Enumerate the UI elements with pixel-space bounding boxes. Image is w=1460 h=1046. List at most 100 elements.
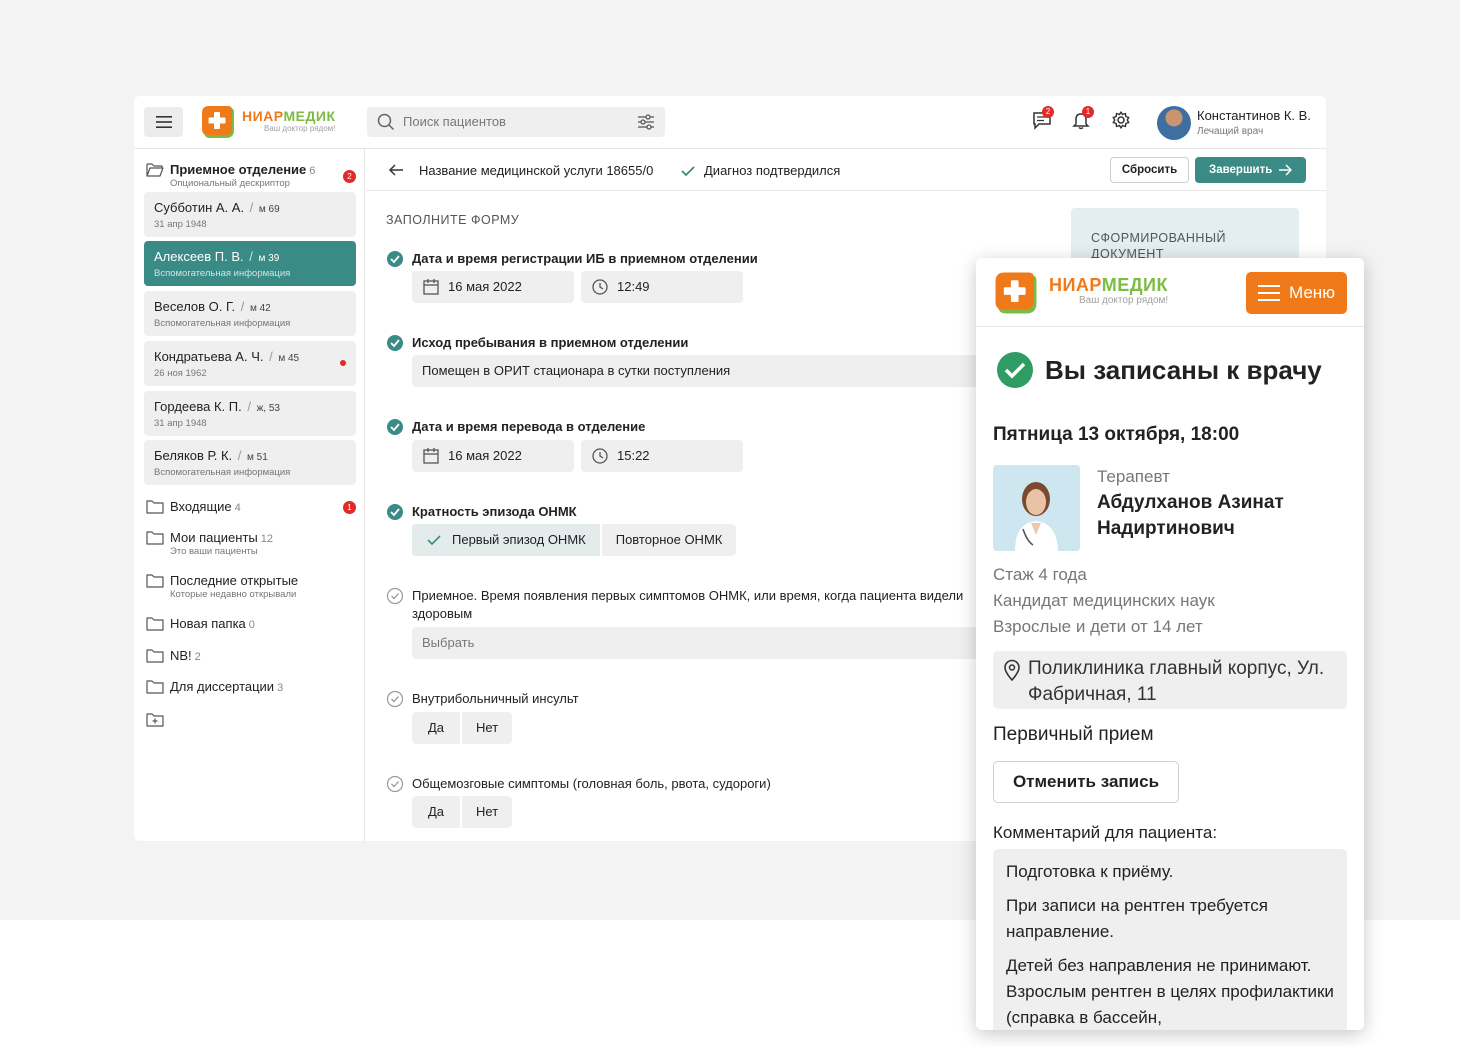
patient-comment: Подготовка к приёму. При записи на рентг… [993,849,1347,1030]
reception-badge: 2 [343,170,356,183]
patient-card[interactable]: Веселов О. Г. / м 42 Вспомогательная инф… [144,291,356,336]
question-label: Приемное. Время появления первых симптом… [412,588,964,621]
option-first-episode[interactable]: Первый эпизод ОНМК [412,524,600,556]
time-field[interactable]: 15:22 [581,440,743,472]
add-folder-icon [146,713,164,727]
doctor-specialty: Терапевт [1097,467,1170,486]
patient-info: 31 апр 1948 [154,418,207,429]
address-text: Поликлиника главный корпус, Ул. Фабрична… [1028,658,1325,705]
question-transfer-datetime: Дата и время перевода в отделение [386,418,645,436]
hamburger-icon [1258,285,1280,301]
cancel-appointment-button[interactable]: Отменить запись [993,761,1179,803]
logo-cross-icon [995,272,1037,314]
back-arrow-icon[interactable] [388,162,404,178]
folder-count: 3 [277,682,284,694]
folder-reception[interactable]: Приемное отделение 6 Опциональный дескрип… [146,162,315,189]
yes-option[interactable]: Да [412,712,460,744]
option-label: Повторное ОНМК [615,532,723,547]
location-pin-icon [1004,659,1020,681]
folder-incoming[interactable]: Входящие 4 [146,499,241,514]
patient-name: Веселов О. Г. [154,299,236,314]
patient-meta: ж, 53 [256,403,280,414]
doctor-avatar-icon [993,465,1080,551]
finish-label: Завершить [1209,164,1273,176]
search-input[interactable]: Поиск пациентов [367,107,665,137]
patient-name: Субботин А. А. [154,200,245,215]
folder-dissertation[interactable]: Для диссертации 3 [146,679,283,694]
folder-count: 12 [260,533,274,545]
no-option[interactable]: Нет [462,712,512,744]
folder-title: Приемное отделение [170,162,307,177]
brand-name-part2: МЕДИК [283,108,336,124]
folder-nb[interactable]: NB! 2 [146,648,201,663]
date-field[interactable]: 16 мая 2022 [412,440,574,472]
search-placeholder: Поиск пациентов [403,114,506,129]
hamburger-button[interactable] [144,107,183,137]
date-value: 16 мая 2022 [448,448,522,463]
patient-card[interactable]: Субботин А. А. / м 69 31 апр 1948 [144,192,356,237]
patient-meta: м 42 [249,303,271,314]
mobile-logo[interactable]: НИАРМЕДИК Ваш доктор рядом! [993,270,1168,316]
check-circle-outline-icon [386,775,404,793]
folder-my-patients[interactable]: Мои пациенты 12 Это ваши пациенты [146,530,273,557]
patient-name: Беляков Р. К. [154,448,233,463]
logo-cross-icon [202,106,234,138]
folder-subtitle: Которые недавно открывали [170,589,297,600]
patient-info: Вспомогательная информация [154,268,291,279]
folder-new[interactable]: Новая папка 0 [146,616,255,631]
folder-title: NB! [170,648,192,663]
gear-icon [1112,111,1130,129]
brand-tagline: Ваш доктор рядом! [264,124,336,133]
reset-button[interactable]: Сбросить [1110,157,1189,183]
patient-card-selected[interactable]: Алексеев П. В. / м 39 Вспомогательная ин… [144,241,356,286]
patient-card[interactable]: Гордеева К. П. / ж, 53 31 апр 1948 [144,391,356,436]
doctor-photo [993,465,1080,551]
folder-title: Последние открытые [170,573,299,588]
question-symptoms-time: Приемное. Время появления первых симптом… [386,587,986,623]
patient-card[interactable]: Беляков Р. К. / м 51 Вспомогательная инф… [144,440,356,485]
question-cerebral-symptoms: Общемозговые симптомы (головная боль, рв… [386,775,771,793]
date-field[interactable]: 16 мая 2022 [412,271,574,303]
user-name[interactable]: Константинов К. В. [1197,108,1311,123]
brand-name-part1: НИАР [242,108,284,124]
clinic-address[interactable]: Поликлиника главный корпус, Ул. Фабрична… [993,651,1347,709]
comment-paragraph: При записи на рентген требуется направле… [1006,896,1268,941]
no-option[interactable]: Нет [462,796,512,828]
doctor-name[interactable]: Абдулханов Азинат Надиртинович [1097,490,1347,542]
messages-button[interactable]: 2 [1032,106,1054,135]
patient-card[interactable]: Кондратьева А. Ч. / м 45 26 ноя 1962 [144,341,356,386]
comment-paragraph: Подготовка к приёму. [1006,862,1174,881]
finish-button[interactable]: Завершить [1195,157,1306,183]
folder-count: 6 [309,165,316,177]
filter-sliders-icon[interactable] [637,113,655,131]
menu-label: Меню [1289,283,1335,302]
calendar-icon [423,279,439,295]
check-icon [681,166,695,177]
outcome-select[interactable]: Помещен в ОРИТ стационара в сутки поступ… [412,355,1012,387]
option-label: Первый эпизод ОНМК [452,532,586,547]
clock-icon [592,448,608,464]
time-field[interactable]: 12:49 [581,271,743,303]
yes-option[interactable]: Да [412,796,460,828]
patient-info: Вспомогательная информация [154,467,291,478]
folder-icon [146,574,164,588]
clock-icon [592,279,608,295]
settings-button[interactable] [1111,110,1131,135]
mobile-menu-button[interactable]: Меню [1246,272,1347,314]
folder-icon [146,617,164,631]
option-repeat-episode[interactable]: Повторное ОНМК [602,524,737,556]
question-label: Внутрибольничный инсульт [412,691,579,706]
patient-name: Кондратьева А. Ч. [154,349,264,364]
symptoms-time-select[interactable]: Выбрать [412,627,1012,659]
add-folder-button[interactable] [146,712,170,727]
folder-recent[interactable]: Последние открытые Которые недавно откры… [146,573,298,600]
app-logo[interactable]: НИАРМЕДИК Ваш доктор рядом! [200,104,336,140]
search-icon [377,113,395,131]
check-circle-icon [387,419,403,435]
folder-icon [146,531,164,545]
hamburger-icon [155,116,172,128]
folder-subtitle: Это ваши пациенты [170,546,258,557]
notifications-button[interactable]: 1 [1071,106,1094,135]
calendar-icon [423,448,439,464]
user-avatar[interactable] [1157,106,1191,140]
